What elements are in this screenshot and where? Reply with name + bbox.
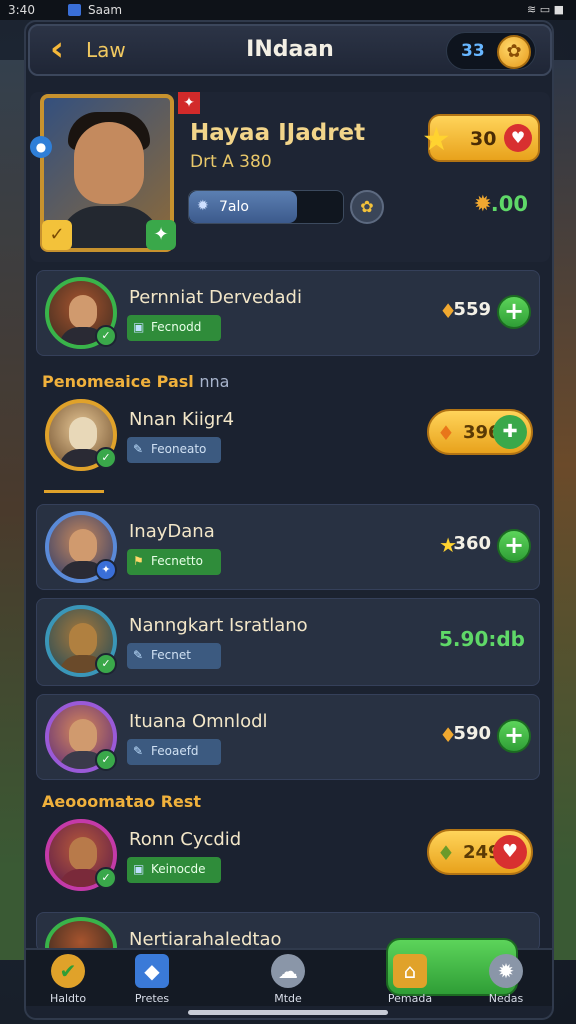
list-item[interactable]: ✓ Pernniat Dervedadi ▣ Fecnodd ♦ 559 + xyxy=(36,270,540,356)
gem-icon: ◆ xyxy=(135,954,169,988)
section-divider xyxy=(44,490,104,493)
nav-item-pemada[interactable]: ⌂ Pemada xyxy=(370,950,450,1008)
heart-icon: ♥ xyxy=(493,835,527,869)
nav-item-nedas[interactable]: ✹ Nedas xyxy=(466,950,546,1008)
red-ribbon-icon: ✦ xyxy=(178,92,200,114)
check-badge-icon: ✓ xyxy=(95,325,117,347)
list-item-value: 360 xyxy=(453,533,491,554)
list-item-tag: ✎ Feoneato xyxy=(127,437,221,463)
currency-pill[interactable]: 33 ✿ xyxy=(446,32,536,70)
add-button[interactable]: + xyxy=(497,529,531,563)
list-item[interactable]: ✓ Nanngkart Isratlano ✎ Fecnet 5.90:db xyxy=(36,598,540,686)
shop-icon: ⌂ xyxy=(393,954,427,988)
chat-icon: ☁ xyxy=(271,954,305,988)
nav-label: Mtde xyxy=(274,992,302,1005)
list-item-name: Pernniat Dervedadi xyxy=(129,287,302,308)
background-right-scene xyxy=(552,60,576,960)
list-item-name: Ronn Cycdid xyxy=(129,829,242,850)
progress-label: 7alo xyxy=(219,199,249,215)
star-icon: ★ xyxy=(422,120,451,158)
header-bar: ‹ Law INdaan 33 ✿ xyxy=(28,24,552,76)
currency-value: 33 xyxy=(461,41,485,61)
blue-badge-icon: ✦ xyxy=(95,559,117,581)
list-item-tag: ▣ Keinocde xyxy=(127,857,221,883)
app-icon xyxy=(68,4,81,16)
list-item-tag: ✎ Fecnet xyxy=(127,643,221,669)
nav-item-pretes[interactable]: ◆ Pretes xyxy=(112,950,192,1008)
list-item-name: Nertiarahaledtao xyxy=(129,929,282,950)
list-item-name: Nnan Kiigr4 xyxy=(129,409,235,430)
blue-drop-icon: ● xyxy=(30,136,52,158)
list-item-name: Ituana Omnlodl xyxy=(129,711,268,732)
list-item[interactable]: ✓ Ronn Cycdid ▣ Keinocde ♦ 249 ♥ xyxy=(36,812,540,902)
plus-icon: ✚ xyxy=(493,415,527,449)
status-app-name: Saam xyxy=(88,3,123,17)
gold-shield-icon: ✓ xyxy=(42,220,72,250)
tag-icon: ⚑ xyxy=(133,554,144,568)
list-item[interactable]: ✓ Ituana Omnlodl ✎ Feoaefd ♦ 590 + xyxy=(36,694,540,780)
list-item-tag: ⚑ Fecnetto xyxy=(127,549,221,575)
gold-coin-icon: ✿ xyxy=(497,35,531,69)
check-badge-icon: ✓ xyxy=(95,653,117,675)
list-item[interactable]: ✓ Nnan Kiigr4 ✎ Feoneato ♦ 396 ✚ xyxy=(36,392,540,482)
list-item-tag: ▣ Fecnodd xyxy=(127,315,221,341)
list-item-value: 559 xyxy=(453,299,491,320)
list-item-tag: ✎ Feoaefd xyxy=(127,739,221,765)
add-button[interactable]: + xyxy=(497,295,531,329)
cog-icon: ✹ xyxy=(473,192,492,217)
bottom-nav: ✔ Haldto ◆ Pretes ☁ Mtde ⌂ Pemada ✹ Neda… xyxy=(26,938,552,1008)
status-time: 3:40 xyxy=(8,3,35,17)
profile-card: ✦ ● ✓ ✦ Hayaa IJadret Drt A 380 ✹ 7alo ✿… xyxy=(30,92,550,262)
home-indicator xyxy=(188,1010,388,1015)
status-bar: 3:40 Saam ≋ ▭ ■ xyxy=(0,0,576,20)
check-icon: ✔ xyxy=(51,954,85,988)
tag-icon: ✎ xyxy=(133,442,144,456)
section-title-performance: Penomeaice Pasl nna xyxy=(42,372,230,391)
green-shield-icon: ✦ xyxy=(146,220,176,250)
nav-item-haldto[interactable]: ✔ Haldto xyxy=(28,950,108,1008)
settings-toggle-icon[interactable]: ✿ xyxy=(350,190,384,224)
status-indicators: ≋ ▭ ■ xyxy=(527,3,564,16)
list-item-value: 590 xyxy=(453,723,491,744)
section-title-rest: Aeooomatao Rest xyxy=(42,792,202,811)
check-badge-icon: ✓ xyxy=(95,867,117,889)
add-button[interactable]: + xyxy=(497,719,531,753)
gear-value: .00 xyxy=(490,192,528,216)
gear-small-icon: ✹ xyxy=(197,198,209,214)
tag-icon: ▣ xyxy=(133,862,145,876)
flame-icon: ♦ xyxy=(437,421,455,445)
list-item-name: Nanngkart Isratlano xyxy=(129,615,308,636)
player-rank: Drt A 380 xyxy=(190,152,272,172)
check-badge-icon: ✓ xyxy=(95,749,117,771)
heart-icon: ♥ xyxy=(504,124,532,152)
list-item-value: 5.90:db xyxy=(439,627,525,651)
tag-icon: ✎ xyxy=(133,744,144,758)
flame-icon: ♦ xyxy=(437,841,455,865)
list-item-name: InayDana xyxy=(129,521,215,542)
list-item[interactable]: ✦ InayDana ⚑ Fecnetto ★ 360 + xyxy=(36,504,540,590)
gold-upgrade-button[interactable]: ♦ 396 ✚ xyxy=(427,409,533,455)
nav-label: Pemada xyxy=(387,992,433,1005)
gear-icon: ✹ xyxy=(489,954,523,988)
nav-label: Pretes xyxy=(134,992,170,1005)
stars-pill[interactable]: ★ 30 ♥ xyxy=(422,114,540,162)
check-badge-icon: ✓ xyxy=(95,447,117,469)
tag-icon: ✎ xyxy=(133,648,144,662)
nav-label: Nedas xyxy=(488,992,524,1005)
nav-item-mtde[interactable]: ☁ Mtde xyxy=(248,950,328,1008)
avatar-face xyxy=(74,122,144,204)
gold-upgrade-button[interactable]: ♦ 249 ♥ xyxy=(427,829,533,875)
nav-label: Haldto xyxy=(49,992,87,1005)
progress-bar: ✹ 7alo xyxy=(188,190,344,224)
tag-icon: ▣ xyxy=(133,320,145,334)
player-name: Hayaa IJadret xyxy=(190,120,366,146)
stars-value: 30 xyxy=(470,128,497,150)
